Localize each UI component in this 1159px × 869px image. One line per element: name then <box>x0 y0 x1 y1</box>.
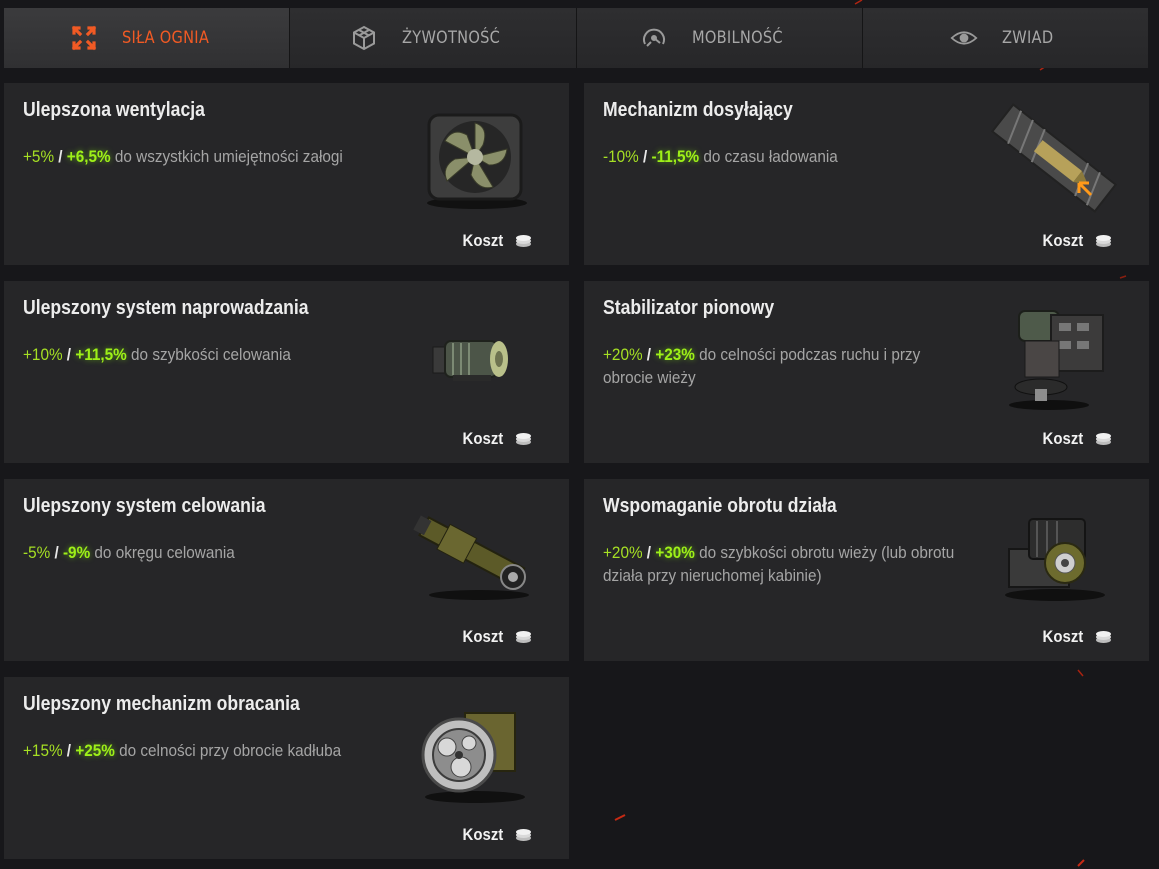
tab-label: SIŁA OGNIA <box>121 28 210 48</box>
cost-label: Koszt <box>1042 429 1083 448</box>
tab-mobilnosc[interactable]: MOBILNOŚĆ <box>576 8 863 68</box>
card-title: Ulepszony system celowania <box>23 495 266 517</box>
equipment-card-ventilation[interactable]: Ulepszona wentylacja +5% / +6,5% do wszy… <box>4 83 569 265</box>
credits-coin-icon <box>1096 433 1111 445</box>
card-title: Ulepszony mechanizm obracania <box>23 693 300 715</box>
armor-cube-icon <box>350 24 378 52</box>
category-tabs: SIŁA OGNIA ŻYWOTNOŚĆ MOBILNOŚĆ ZWIAD <box>4 8 1148 68</box>
credits-coin-icon <box>516 829 531 841</box>
credits-coin-icon <box>516 631 531 643</box>
card-title: Ulepszona wentylacja <box>23 99 205 121</box>
turning-mechanism-icon <box>421 712 525 803</box>
equipment-card-gun-traverse[interactable]: Wspomaganie obrotu działa +20% / +30% do… <box>584 479 1149 661</box>
tab-label: ŻYWOTNOŚĆ <box>401 28 500 48</box>
gun-traverse-motor-icon <box>1005 518 1105 601</box>
speedometer-icon <box>640 24 668 52</box>
cost-label: Koszt <box>462 429 503 448</box>
cost-button[interactable]: Koszt <box>457 429 532 449</box>
tab-zwiad[interactable]: ZWIAD <box>862 8 1148 68</box>
card-title: Mechanizm dosyłający <box>603 99 793 121</box>
equipment-card-vertical-stabilizer[interactable]: Stabilizator pionowy +20% / +23% do celn… <box>584 281 1149 463</box>
card-description: -10% / -11,5% do czasu ładowania <box>603 147 838 166</box>
card-title: Ulepszony system naprowadzania <box>23 297 309 319</box>
ventilation-fan-icon <box>427 113 527 209</box>
equipment-card-aiming-system[interactable]: Ulepszony system celowania -5% / -9% do … <box>4 479 569 661</box>
rammer-icon <box>990 103 1118 213</box>
card-description: +20% / +30% do szybkości obrotu wieży (l… <box>603 543 955 585</box>
card-title: Stabilizator pionowy <box>603 297 775 319</box>
tab-zywotnosc[interactable]: ŻYWOTNOŚĆ <box>290 8 577 68</box>
cost-label: Koszt <box>462 825 503 844</box>
card-description: +5% / +6,5% do wszystkich umiejętności z… <box>23 147 343 166</box>
card-description: +15% / +25% do celności przy obrocie kad… <box>23 741 342 760</box>
card-description: +10% / +11,5% do szybkości celowania <box>23 345 291 364</box>
credits-coin-icon <box>516 433 531 445</box>
crossed-arrows-icon <box>70 24 98 52</box>
cost-label: Koszt <box>1042 627 1083 646</box>
cost-button[interactable]: Koszt <box>1037 231 1112 251</box>
cost-label: Koszt <box>1042 231 1083 250</box>
vertical-stabilizer-icon <box>1009 310 1104 410</box>
cost-label: Koszt <box>462 231 503 250</box>
equipment-card-rammer[interactable]: Mechanizm dosyłający -10% / -11,5% do cz… <box>584 83 1149 265</box>
tab-sila-ognia[interactable]: SIŁA OGNIA <box>4 8 291 68</box>
card-description: -5% / -9% do okręgu celowania <box>23 543 235 562</box>
equipment-card-gun-laying-drive[interactable]: Ulepszony system naprowadzania +10% / +1… <box>4 281 569 463</box>
credits-coin-icon <box>516 235 531 247</box>
cost-button[interactable]: Koszt <box>457 825 532 845</box>
cost-button[interactable]: Koszt <box>457 231 532 251</box>
aiming-system-icon <box>413 515 529 600</box>
tab-label: ZWIAD <box>1001 28 1053 48</box>
tab-label: MOBILNOŚĆ <box>692 28 784 48</box>
gun-laying-drive-icon <box>432 340 508 381</box>
cost-button[interactable]: Koszt <box>457 627 532 647</box>
card-title: Wspomaganie obrotu działa <box>603 495 837 517</box>
eye-icon <box>949 24 978 52</box>
card-description: +20% / +23% do celności podczas ruchu i … <box>603 345 921 387</box>
equipment-card-turning-mechanism[interactable]: Ulepszony mechanizm obracania +15% / +25… <box>4 677 569 859</box>
cost-button[interactable]: Koszt <box>1037 627 1112 647</box>
credits-coin-icon <box>1096 631 1111 643</box>
cost-label: Koszt <box>462 627 503 646</box>
cost-button[interactable]: Koszt <box>1037 429 1112 449</box>
credits-coin-icon <box>1096 235 1111 247</box>
